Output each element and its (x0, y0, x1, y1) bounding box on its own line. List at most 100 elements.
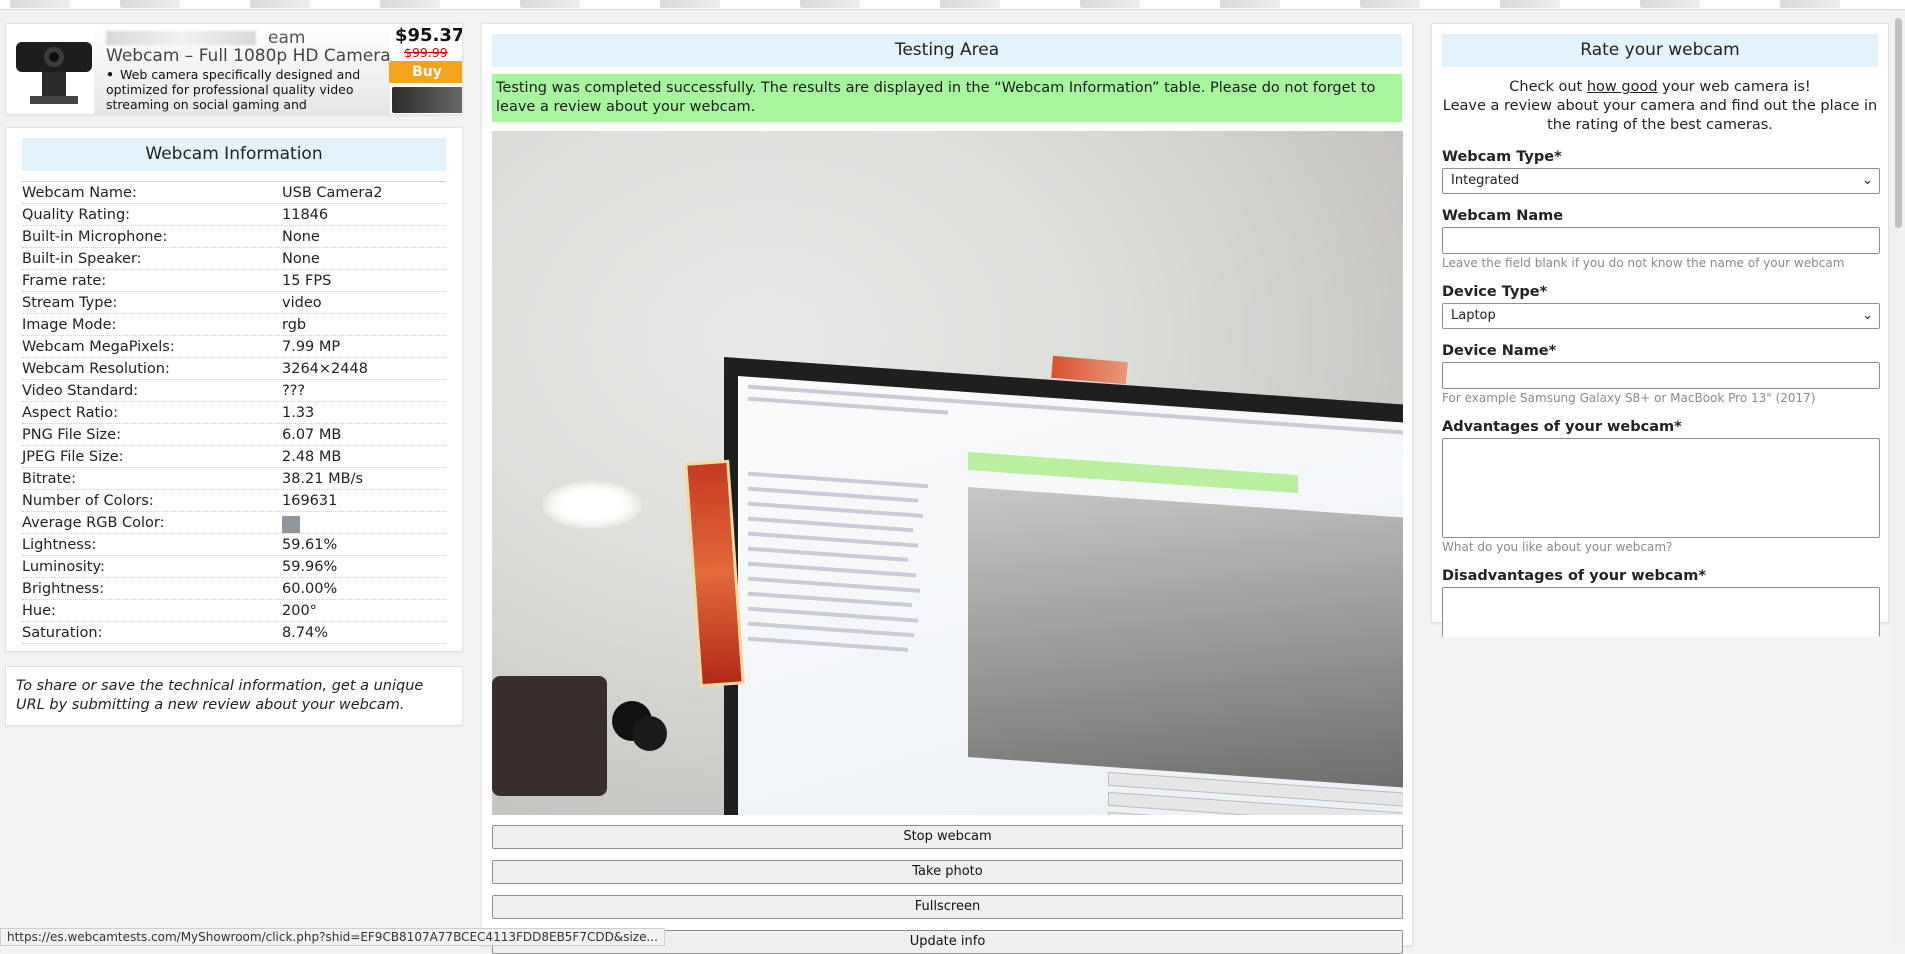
bookmark-item[interactable] (1640, 0, 1700, 8)
info-key: Luminosity: (22, 559, 105, 575)
how-good-link[interactable]: how good (1587, 79, 1658, 95)
table-row: Built-in Speaker: None (22, 248, 446, 270)
ad-subtitle[interactable]: Webcam – Full 1080p HD Camera (106, 46, 391, 66)
rate-intro-line2: Leave a review about your camera and fin… (1442, 98, 1878, 133)
table-row: JPEG File Size: 2.48 MB (22, 446, 446, 468)
webcam-information-table: Webcam Name: USB Camera2 Quality Rating: 11… (22, 181, 446, 644)
webcam-name-hint: Leave the field blank if you do not know… (1442, 256, 1845, 270)
bookmark-item[interactable] (1780, 0, 1840, 8)
info-value (282, 512, 300, 533)
webcam-name-label: Webcam Name (1442, 208, 1564, 224)
device-type-select[interactable]: Laptop ⌄ (1442, 303, 1880, 329)
info-key: Frame rate: (22, 273, 107, 289)
bookmark-item[interactable] (800, 0, 860, 8)
webcam-information-panel: Webcam Information Webcam Name: USB Camer… (5, 127, 463, 652)
info-key: Webcam Resolution: (22, 361, 170, 377)
advantages-label: Advantages of your webcam* (1442, 419, 1682, 435)
success-message: Testing was completed successfully. The … (492, 74, 1402, 122)
bookmark-item[interactable] (660, 0, 720, 8)
info-key: Built-in Speaker: (22, 251, 142, 267)
info-key: Quality Rating: (22, 207, 131, 223)
info-key: Stream Type: (22, 295, 118, 311)
info-value: 6.07 MB (282, 427, 342, 443)
table-row: Aspect Ratio: 1.33 (22, 402, 446, 424)
ad-price: $95.37 (395, 25, 463, 46)
info-value: 7.99 MP (282, 339, 341, 355)
webcam-video-feed[interactable] (492, 131, 1403, 815)
info-value: 1.33 (282, 405, 315, 421)
bookmarks-bar (0, 0, 1905, 10)
ad-banner[interactable]: eam Webcam – Full 1080p HD Camera • Web c… (5, 23, 463, 115)
table-row: Brightness: 60.00% (22, 578, 446, 600)
table-row: Number of Colors: 169631 (22, 490, 446, 512)
bookmark-item[interactable] (1360, 0, 1420, 8)
info-key: Brightness: (22, 581, 105, 597)
bookmark-item[interactable] (380, 0, 440, 8)
ad-bullet-text: Web camera specifically designed and opt… (106, 67, 361, 112)
stop-webcam-button[interactable]: Stop webcam (492, 825, 1403, 849)
table-row: Webcam Name: USB Camera2 (22, 182, 446, 204)
info-key: JPEG File Size: (22, 449, 124, 465)
monitor-screen (738, 375, 1403, 815)
webcam-product-image (16, 42, 92, 104)
browser-status-bar: https://es.webcamtests.com/MyShowroom/cl… (0, 928, 665, 946)
bookmark-item[interactable] (520, 0, 580, 8)
testing-area-title: Testing Area (492, 34, 1402, 67)
bookmark-item[interactable] (250, 0, 310, 8)
device-name-field[interactable] (1442, 362, 1880, 389)
webcam-name-field[interactable] (1442, 227, 1880, 254)
ad-buy-button[interactable]: Buy (389, 61, 462, 83)
table-row: Bitrate: 38.21 MB/s (22, 468, 446, 490)
table-row: Hue: 200° (22, 600, 446, 622)
ceiling-light (542, 481, 642, 529)
info-value: 8.74% (282, 625, 329, 641)
bookmark-item[interactable] (120, 0, 180, 8)
info-value: USB Camera2 (282, 185, 383, 201)
info-value: video (282, 295, 322, 311)
table-row: Webcam Resolution: 3264×2448 (22, 358, 446, 380)
scrollbar-thumb[interactable] (1895, 18, 1902, 228)
info-key: Bitrate: (22, 471, 76, 487)
info-value: ??? (282, 383, 306, 399)
table-row: Saturation: 8.74% (22, 622, 446, 644)
device-type-value: Laptop (1451, 308, 1496, 323)
amazon-logo-icon[interactable] (392, 87, 462, 113)
take-photo-button[interactable]: Take photo (492, 860, 1403, 884)
info-value: 59.61% (282, 537, 338, 553)
ad-old-price: $99.99 (404, 45, 448, 60)
info-key: Built-in Microphone: (22, 229, 168, 245)
info-key: Lightness: (22, 537, 97, 553)
fullscreen-button[interactable]: Fullscreen (492, 895, 1403, 919)
share-notice-text: To share or save the technical informati… (16, 678, 424, 713)
bookmark-item[interactable] (1080, 0, 1140, 8)
bookmark-item[interactable] (1220, 0, 1280, 8)
table-row: Webcam MegaPixels: 7.99 MP (22, 336, 446, 358)
monitor-in-video (724, 357, 1403, 815)
chevron-down-icon: ⌄ (1862, 308, 1873, 323)
table-row: Average RGB Color: (22, 512, 446, 534)
info-value: 38.21 MB/s (282, 471, 364, 487)
testing-area-panel: Testing Area Testing was completed succe… (481, 23, 1413, 954)
info-value: 169631 (282, 493, 338, 509)
info-value: None (282, 251, 320, 267)
disadvantages-textarea[interactable] (1442, 587, 1880, 637)
bookmark-item[interactable] (10, 0, 70, 8)
bookmark-item[interactable] (940, 0, 1000, 8)
info-value: rgb (282, 317, 307, 333)
device-name-hint: For example Samsung Galaxy S8+ or MacBoo… (1442, 391, 1816, 405)
webcam-type-select[interactable]: Integrated ⌄ (1442, 168, 1880, 194)
table-row: Built-in Microphone: None (22, 226, 446, 248)
info-key: PNG File Size: (22, 427, 121, 443)
info-value: 11846 (282, 207, 329, 223)
advantages-textarea[interactable] (1442, 438, 1880, 538)
rate-webcam-panel: Rate your webcam Check out how good your… (1431, 23, 1889, 637)
table-row: Image Mode: rgb (22, 314, 446, 336)
info-value: 15 FPS (282, 273, 332, 289)
table-row: Quality Rating: 11846 (22, 204, 446, 226)
share-notice: To share or save the technical informati… (5, 666, 463, 726)
bookmark-item[interactable] (1500, 0, 1560, 8)
page-scrollbar[interactable] (1892, 10, 1905, 946)
info-key: Webcam Name: (22, 185, 137, 201)
table-row: PNG File Size: 6.07 MB (22, 424, 446, 446)
info-key: Webcam MegaPixels: (22, 339, 175, 355)
